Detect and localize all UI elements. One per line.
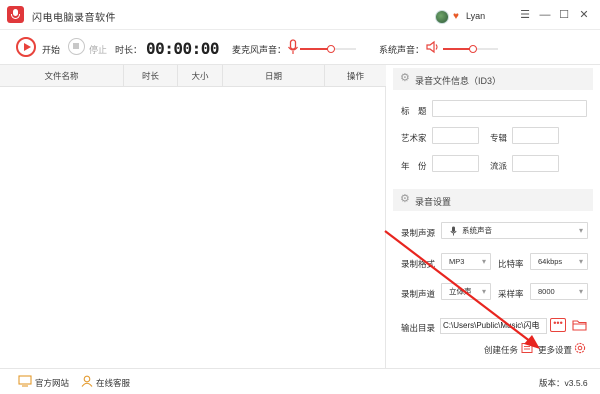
microphone-icon [288, 39, 298, 54]
output-path-input[interactable]: C:\Users\Public\Music\闪电 [440, 318, 547, 334]
title-input[interactable] [432, 100, 587, 117]
record-settings-header-text: 录音设置 [415, 197, 452, 207]
bitrate-label: 比特率 [498, 259, 524, 269]
status-bar: 官方网站 在线客服 版本：v3.5.6 [0, 368, 600, 394]
stop-icon [73, 43, 79, 49]
close-icon[interactable]: ✕ [577, 8, 591, 22]
output-label: 输出目录 [401, 323, 436, 333]
menu-icon[interactable]: ☰ [518, 8, 532, 22]
chevron-down-icon: ▾ [481, 257, 486, 266]
vip-icon: ♥ [453, 11, 459, 22]
chevron-down-icon: ▾ [578, 287, 583, 296]
mic-volume-label: 麦克风声音： [232, 45, 287, 55]
version-text: 版本：v3.5.6 [539, 378, 588, 388]
title-label: 标 题 [401, 106, 427, 116]
channel-value: 立体声 [449, 287, 472, 296]
gear-icon: ⚙ [400, 72, 410, 84]
play-icon [24, 43, 31, 51]
album-input[interactable] [512, 127, 559, 144]
minimize-icon[interactable]: — [538, 8, 552, 22]
website-link[interactable]: 官方网站 [35, 377, 69, 389]
browse-more-button[interactable]: ••• [550, 318, 566, 332]
column-size: 大小 [178, 65, 223, 87]
support-link[interactable]: 在线客服 [96, 377, 130, 389]
stop-label[interactable]: 停止 [89, 43, 107, 56]
format-label: 录制格式 [401, 259, 436, 269]
microphone-icon [450, 226, 457, 236]
system-volume-slider[interactable] [443, 45, 498, 53]
folder-icon[interactable] [572, 319, 587, 331]
album-label: 专辑 [490, 133, 508, 143]
column-date: 日期 [223, 65, 325, 87]
recording-list: 文件名称 时长 大小 日期 操作 [0, 65, 386, 368]
duration-value: 00:00:00 [146, 39, 220, 58]
user-name[interactable]: Lyan [466, 11, 485, 21]
format-value: MP3 [449, 257, 465, 266]
source-value: 系统声音 [462, 226, 492, 235]
samplerate-label: 采样率 [498, 289, 524, 299]
genre-label: 流派 [490, 161, 508, 171]
app-title: 闪电电脑录音软件 [32, 13, 116, 24]
system-volume-label: 系统声音： [379, 45, 425, 55]
column-actions: 操作 [346, 71, 364, 81]
system-volume-knob[interactable] [469, 45, 478, 53]
record-start-button[interactable] [16, 37, 36, 57]
table-header: 文件名称 时长 大小 日期 操作 [0, 65, 386, 87]
mic-volume-knob[interactable] [326, 45, 335, 53]
chevron-down-icon: ▾ [578, 226, 583, 235]
source-select[interactable]: 系统声音 ▾ [441, 222, 588, 239]
artist-label: 艺术家 [401, 133, 427, 143]
chevron-down-icon: ▾ [578, 257, 583, 266]
title-bar: 闪电电脑录音软件 ♥ Lyan ☰ — ☐ ✕ [0, 0, 600, 30]
year-label: 年 份 [401, 161, 427, 171]
settings-icon[interactable] [574, 342, 586, 354]
record-toolbar: 开始 停止 时长： 00:00:00 麦克风声音： 系统声音： [0, 30, 600, 65]
bitrate-select[interactable]: 64kbps ▾ [530, 253, 588, 270]
maximize-icon[interactable]: ☐ [557, 8, 571, 22]
app-logo-icon [7, 6, 24, 23]
id3-header-text: 录音文件信息（ID3） [415, 76, 502, 86]
source-label: 录制声源 [401, 228, 436, 238]
artist-input[interactable] [432, 127, 479, 144]
mic-volume-slider[interactable] [300, 45, 356, 53]
duration-label: 时长： [115, 45, 143, 55]
channel-label: 录制声道 [401, 289, 436, 299]
avatar[interactable] [435, 10, 449, 24]
record-stop-button[interactable] [68, 38, 85, 55]
bitrate-value: 64kbps [538, 257, 563, 266]
chevron-down-icon: ▾ [481, 287, 486, 296]
create-task-link[interactable]: 创建任务 [484, 344, 518, 356]
gear-icon: ⚙ [400, 193, 410, 205]
channel-select[interactable]: 立体声 ▾ [441, 283, 491, 300]
samplerate-select[interactable]: 8000 ▾ [530, 283, 588, 300]
column-duration: 时长 [124, 65, 178, 87]
start-label[interactable]: 开始 [42, 43, 60, 56]
monitor-icon[interactable] [18, 375, 32, 387]
task-icon[interactable] [521, 342, 533, 354]
year-input[interactable] [432, 155, 479, 172]
more-settings-link[interactable]: 更多设置 [538, 344, 572, 356]
format-select[interactable]: MP3 ▾ [441, 253, 491, 270]
samplerate-value: 8000 [538, 287, 555, 296]
column-filename: 文件名称 [0, 65, 124, 87]
speaker-icon [426, 40, 438, 54]
record-settings-header: ⚙ 录音设置 [393, 189, 593, 211]
support-icon[interactable] [81, 375, 93, 387]
genre-input[interactable] [512, 155, 559, 172]
id3-section-header: ⚙ 录音文件信息（ID3） [393, 68, 593, 90]
